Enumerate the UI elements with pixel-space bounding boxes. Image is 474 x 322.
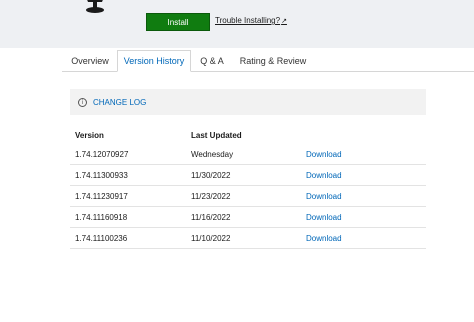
version-cell: 1.74.11160918 (75, 212, 128, 222)
table-row: 1.74.11160918 11/16/2022 Download (70, 207, 426, 228)
column-header-last-updated: Last Updated (191, 130, 242, 140)
tab-version-history[interactable]: Version History (117, 50, 191, 72)
table-row: 1.74.11100236 11/10/2022 Download (70, 228, 426, 249)
changelog-label: CHANGE LOG (93, 97, 147, 107)
table-header: Version Last Updated (70, 126, 426, 144)
trouble-installing-link[interactable]: Trouble Installing?↗ (215, 16, 287, 25)
tab-qa[interactable]: Q & A (194, 50, 230, 72)
tab-bar: Overview Version History Q & A Rating & … (62, 50, 474, 72)
date-cell: 11/16/2022 (191, 212, 231, 222)
external-link-icon: ↗ (281, 18, 287, 25)
date-cell: 11/10/2022 (191, 233, 231, 243)
table-row: 1.74.11230917 11/23/2022 Download (70, 186, 426, 207)
download-link[interactable]: Download (306, 207, 342, 227)
download-link[interactable]: Download (306, 144, 342, 164)
version-cell: 1.74.11230917 (75, 191, 128, 201)
column-header-version: Version (75, 130, 104, 140)
date-cell: 11/30/2022 (191, 170, 231, 180)
info-icon: i (78, 97, 87, 107)
table-row: 1.74.11300933 11/30/2022 Download (70, 165, 426, 186)
install-button[interactable]: Install (146, 13, 210, 31)
changelog-bar[interactable]: i CHANGE LOG (70, 89, 426, 115)
download-link[interactable]: Download (306, 228, 342, 248)
date-cell: 11/23/2022 (191, 191, 231, 201)
download-link[interactable]: Download (306, 165, 342, 185)
version-cell: 1.74.12070927 (75, 149, 129, 159)
date-cell: Wednesday (191, 149, 234, 159)
version-cell: 1.74.11300933 (75, 170, 128, 180)
app-logo-icon (86, 0, 104, 13)
tab-overview[interactable]: Overview (62, 50, 118, 72)
table-row: 1.74.12070927 Wednesday Download (70, 144, 426, 165)
trouble-installing-label: Trouble Installing? (215, 16, 281, 25)
tab-rating-review[interactable]: Rating & Review (236, 50, 310, 72)
hero-banner: Install Trouble Installing?↗ (0, 0, 474, 48)
version-cell: 1.74.11100236 (75, 233, 128, 243)
version-table: Version Last Updated 1.74.12070927 Wedne… (70, 126, 426, 249)
download-link[interactable]: Download (306, 186, 342, 206)
